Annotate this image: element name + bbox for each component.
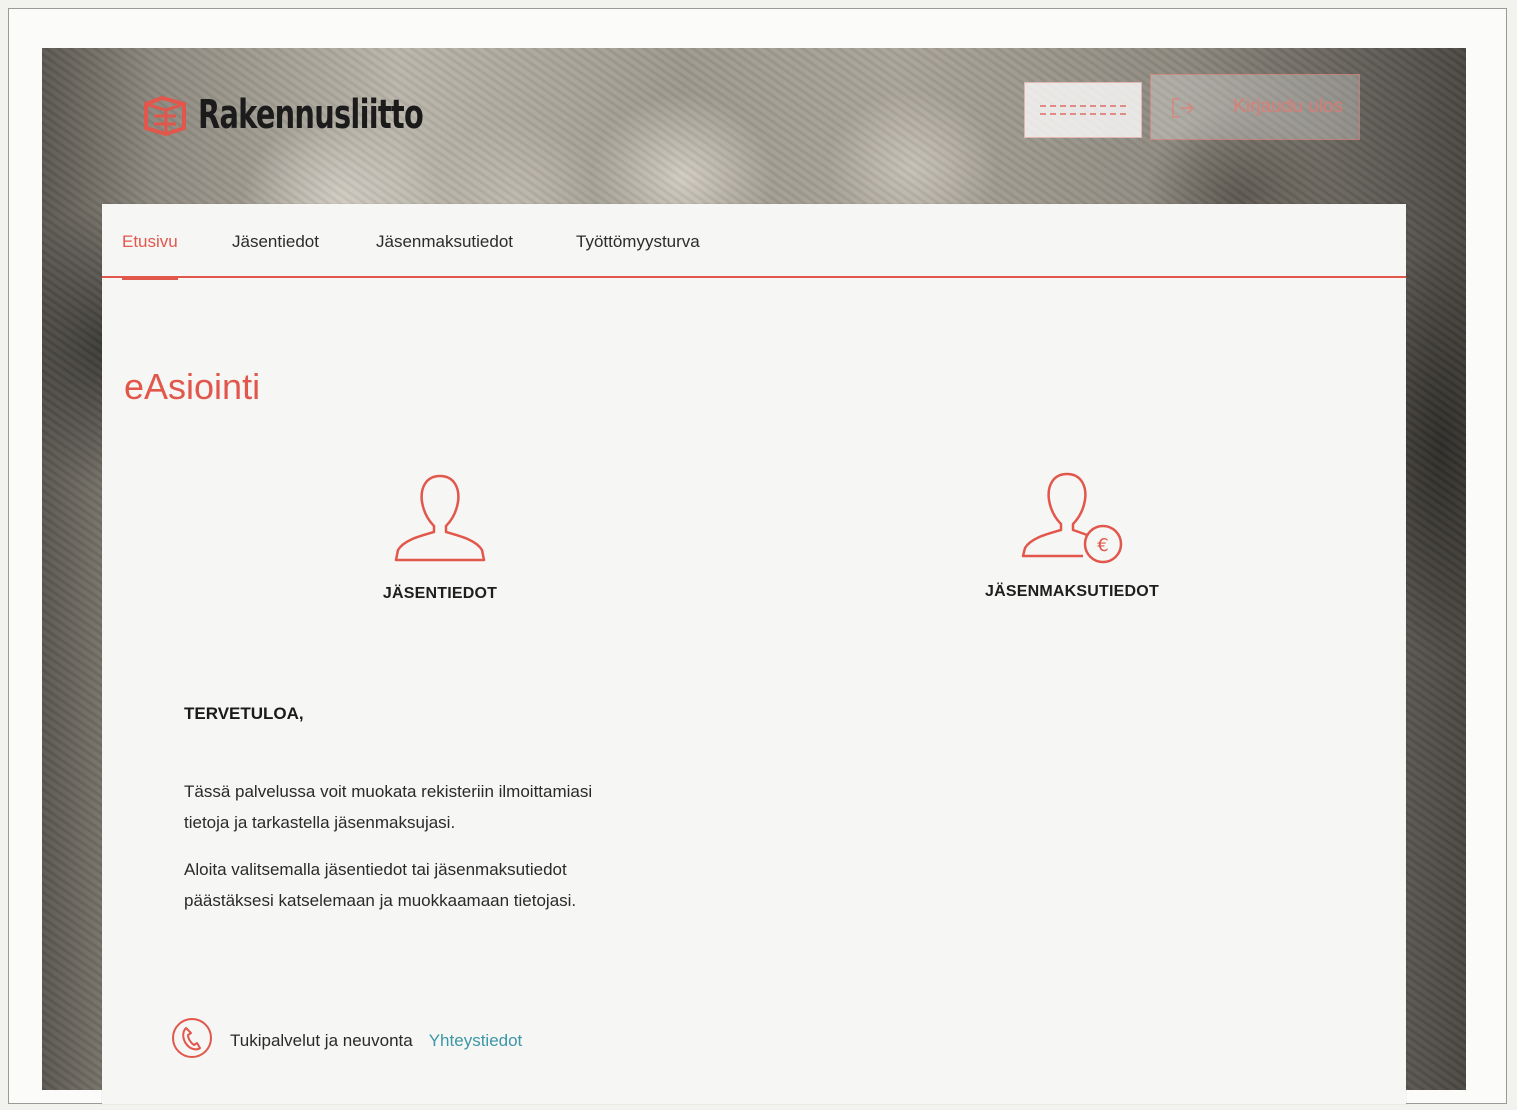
language-button-line [1040,105,1126,107]
logo-mark-icon [142,94,188,136]
welcome-paragraph-1: Tässä palvelussa voit muokata rekisterii… [184,776,724,838]
support-footer: Tukipalvelut ja neuvonta Yhteystiedot [170,1016,522,1065]
main-card: Etusivu Jäsentiedot Jäsenmaksutiedot Työ… [102,204,1406,1104]
person-euro-icon: € [1017,468,1127,569]
person-icon [390,470,490,571]
tile-jasenmaksutiedot[interactable]: € JÄSENMAKSUTIEDOT [982,468,1162,601]
tab-jasenmaksutiedot[interactable]: Jäsenmaksutiedot [376,232,513,252]
welcome-line: päästäksesi katselemaan ja muokkaamaan t… [184,891,577,910]
svg-text:€: € [1097,535,1108,556]
tile-label: JÄSENMAKSUTIEDOT [985,583,1159,600]
page-title: eAsiointi [124,366,261,407]
logout-icon [1169,95,1195,127]
welcome-line: tietoja ja tarkastella jäsenmaksujasi. [184,813,456,832]
language-button-line [1040,113,1126,115]
welcome-heading: TERVETULOA, [184,704,304,723]
tab-tyottomyysturva[interactable]: Työttömyysturva [576,232,700,252]
contact-link[interactable]: Yhteystiedot [429,1031,523,1051]
language-button[interactable] [1024,82,1142,138]
welcome-line: Aloita valitsemalla jäsentiedot tai jäse… [184,860,567,879]
tab-jasentiedot[interactable]: Jäsentiedot [232,232,319,252]
phone-icon [170,1016,214,1065]
logo-text: Rakennusliitto [198,92,424,138]
main-nav: Etusivu Jäsentiedot Jäsenmaksutiedot Työ… [102,204,1406,280]
tab-etusivu[interactable]: Etusivu [122,232,178,280]
site-logo[interactable]: Rakennusliitto [142,92,511,138]
tile-label: JÄSENTIEDOT [382,585,498,602]
logout-label: Kirjaudu ulos [1233,96,1343,117]
support-label: Tukipalvelut ja neuvonta [230,1030,413,1050]
tile-jasentiedot[interactable]: JÄSENTIEDOT [360,470,520,603]
welcome-paragraph-2: Aloita valitsemalla jäsentiedot tai jäse… [184,854,724,916]
welcome-line: Tässä palvelussa voit muokata rekisterii… [184,782,593,801]
logout-button[interactable]: Kirjaudu ulos [1150,74,1360,140]
